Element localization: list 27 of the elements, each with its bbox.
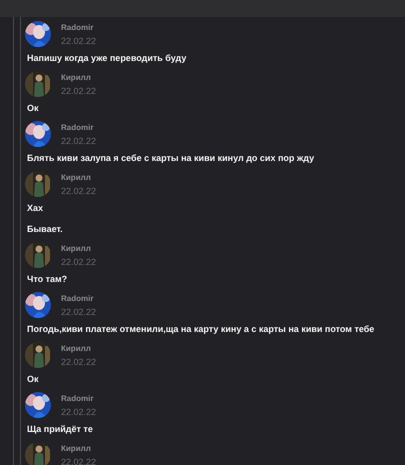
message-date: 22.02.22 — [61, 36, 96, 46]
author-name[interactable]: Radomir — [61, 22, 96, 32]
message-text: Напишу когда уже переводить буду — [27, 52, 188, 65]
author-name[interactable]: Radomir — [61, 122, 96, 132]
message-date: 22.02.22 — [61, 186, 96, 196]
message-text: Что там? — [27, 273, 68, 286]
message-date: 22.02.22 — [61, 86, 96, 96]
author-name[interactable]: Кирилл — [61, 244, 96, 254]
author-name[interactable]: Кирилл — [61, 172, 96, 182]
message-text: Погодь,киви платеж отменили,ща на карту кину а с карты на киви потом тебе — [27, 323, 376, 336]
message-text: Ок — [27, 102, 40, 115]
message-date: 22.02.22 — [61, 256, 96, 266]
message-date: 22.02.22 — [61, 456, 96, 465]
message-text: Блять киви залупа я себе с карты на киви кинул до сих пор жду — [27, 152, 316, 165]
message-text: Ок — [27, 373, 40, 386]
message-text: Ща прийдёт те — [27, 423, 94, 436]
message-date: 22.02.22 — [61, 406, 96, 416]
message-text: Бывает. — [27, 223, 64, 236]
message-date: 22.02.22 — [61, 306, 96, 316]
message-date: 22.02.22 — [61, 136, 96, 146]
message-date: 22.02.22 — [61, 356, 96, 366]
message-text: Хах — [27, 202, 44, 215]
author-name[interactable]: Кирилл — [61, 344, 96, 354]
author-name[interactable]: Кирилл — [61, 72, 96, 82]
author-name[interactable]: Radomir — [61, 294, 96, 304]
author-name[interactable]: Кирилл — [61, 444, 96, 454]
author-name[interactable]: Radomir — [61, 394, 96, 404]
